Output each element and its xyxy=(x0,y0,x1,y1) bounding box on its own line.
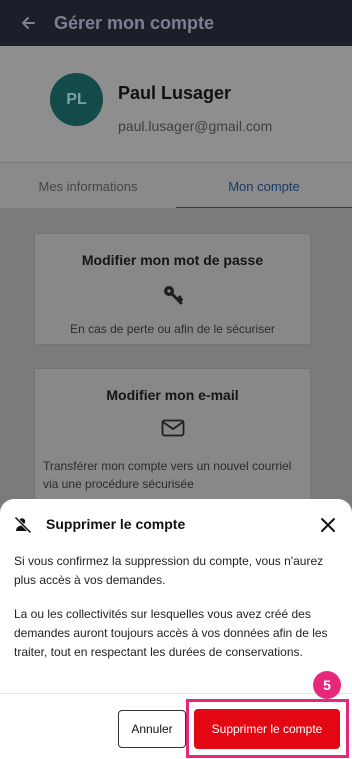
dialog-paragraph-confirm: Si vous confirmez la suppression du comp… xyxy=(14,554,324,587)
app-header: Gérer mon compte xyxy=(0,0,352,46)
cancel-button[interactable]: Annuler xyxy=(118,710,186,748)
tab-mes-informations[interactable]: Mes informations xyxy=(0,163,176,209)
page-title: Gérer mon compte xyxy=(54,12,215,33)
user-name: Paul Lusager xyxy=(118,83,232,103)
envelope-icon xyxy=(35,419,310,437)
dialog-paragraph-collectivities: La ou les collectivités sur lesquelles v… xyxy=(14,607,328,659)
dialog-header: Supprimer le compte xyxy=(0,499,352,553)
card-title: Modifier mon mot de passe xyxy=(81,252,264,268)
divider xyxy=(0,693,352,694)
profile-section: PL Paul Lusager paul.lusager@gmail.com xyxy=(0,46,352,162)
tab-mon-compte[interactable]: Mon compte xyxy=(176,163,352,209)
back-arrow-icon[interactable] xyxy=(20,15,36,31)
user-remove-icon xyxy=(14,516,32,534)
change-email-card[interactable]: Modifier mon e-mail Transférer mon compt… xyxy=(34,368,311,518)
delete-account-button[interactable]: Supprimer le compte xyxy=(194,709,340,749)
tab-bar: Mes informations Mon compte xyxy=(0,162,352,209)
step-badge: 5 xyxy=(313,671,341,699)
card-title: Modifier mon e-mail xyxy=(106,387,239,403)
change-password-card[interactable]: Modifier mon mot de passe En cas de pert… xyxy=(34,233,311,345)
dialog-title: Supprimer le compte xyxy=(46,516,186,532)
delete-account-dialog: Supprimer le compte Si vous confirmez la… xyxy=(0,499,352,759)
user-email: paul.lusager@gmail.com xyxy=(118,118,273,134)
avatar: PL xyxy=(50,73,103,126)
card-description: En cas de perte ou afin de le sécuriser xyxy=(70,322,275,336)
key-icon xyxy=(35,282,310,308)
card-description: Transférer mon compte vers un nouvel cou… xyxy=(43,459,292,491)
close-icon[interactable] xyxy=(319,516,337,534)
